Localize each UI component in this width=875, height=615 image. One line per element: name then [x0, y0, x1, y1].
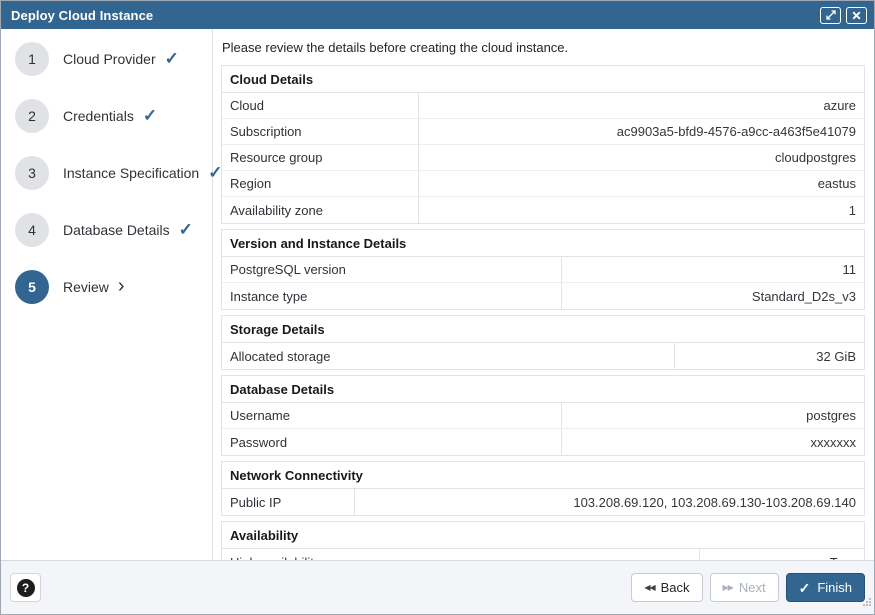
- table-row: Instance typeStandard_D2s_v3: [222, 283, 864, 309]
- resize-grip[interactable]: [863, 594, 872, 612]
- double-left-arrow-icon: ◀◀: [644, 583, 654, 592]
- review-section: Database DetailsUsernamepostgresPassword…: [221, 375, 865, 456]
- section-title: Network Connectivity: [222, 462, 864, 489]
- step-done-check-icon: ✓: [165, 50, 179, 67]
- section-title: Cloud Details: [222, 66, 864, 93]
- wizard-step-database-details: 4 Database Details ✓: [1, 201, 212, 258]
- row-value: 11: [562, 257, 864, 282]
- table-row: High availabilityTrue: [222, 549, 864, 560]
- review-intro-text: Please review the details before creatin…: [222, 40, 865, 55]
- step-number-circle: 1: [15, 42, 49, 76]
- step-label: Credentials: [63, 108, 134, 124]
- step-label: Cloud Provider: [63, 51, 156, 67]
- table-row: PostgreSQL version11: [222, 257, 864, 283]
- wizard-step-review: 5 Review ›: [1, 258, 212, 315]
- section-title: Version and Instance Details: [222, 230, 864, 257]
- row-value: Standard_D2s_v3: [562, 283, 864, 309]
- step-done-check-icon: ✓: [179, 221, 193, 238]
- double-right-arrow-icon: ▶▶: [723, 583, 733, 592]
- step-label: Instance Specification: [63, 165, 199, 181]
- row-label: Username: [222, 403, 562, 428]
- step-label: Review: [63, 279, 109, 295]
- step-number-circle: 5: [15, 270, 49, 304]
- wizard-step-credentials: 2 Credentials ✓: [1, 87, 212, 144]
- table-row: Resource groupcloudpostgres: [222, 145, 864, 171]
- row-label: Resource group: [222, 145, 419, 170]
- row-label: Cloud: [222, 93, 419, 118]
- row-label: Instance type: [222, 283, 562, 309]
- help-icon: ?: [17, 579, 35, 597]
- maximize-button[interactable]: [820, 7, 841, 24]
- table-row: Subscriptionac9903a5-bfd9-4576-a9cc-a463…: [222, 119, 864, 145]
- maximize-icon: [826, 10, 836, 20]
- table-row: Public IP103.208.69.120, 103.208.69.130-…: [222, 489, 864, 515]
- row-label: Public IP: [222, 489, 355, 515]
- step-done-check-icon: ✓: [143, 107, 157, 124]
- next-button[interactable]: ▶▶ Next: [710, 573, 779, 602]
- table-row: Cloudazure: [222, 93, 864, 119]
- row-value: postgres: [562, 403, 864, 428]
- table-row: Availability zone1: [222, 197, 864, 223]
- step-label: Database Details: [63, 222, 170, 238]
- check-icon: ✓: [799, 581, 811, 595]
- review-section: Cloud DetailsCloudazureSubscriptionac990…: [221, 65, 865, 224]
- section-title: Database Details: [222, 376, 864, 403]
- close-icon: [852, 11, 861, 20]
- row-label: Availability zone: [222, 197, 419, 223]
- help-button[interactable]: ?: [10, 573, 41, 602]
- section-title: Storage Details: [222, 316, 864, 343]
- row-value: 1: [419, 197, 864, 223]
- deploy-cloud-instance-dialog: Deploy Cloud Instance 1Cloud Provider✓2C…: [0, 0, 875, 615]
- finish-button-label: Finish: [817, 580, 852, 595]
- step-number-circle: 3: [15, 156, 49, 190]
- row-label: PostgreSQL version: [222, 257, 562, 282]
- review-section: Network ConnectivityPublic IP103.208.69.…: [221, 461, 865, 516]
- review-sections: Cloud DetailsCloudazureSubscriptionac990…: [221, 65, 865, 560]
- review-section: AvailabilityHigh availabilityTrue: [221, 521, 865, 560]
- row-value: xxxxxxx: [562, 429, 864, 455]
- close-button[interactable]: [846, 7, 867, 24]
- table-row: Passwordxxxxxxx: [222, 429, 864, 455]
- row-label: Allocated storage: [222, 343, 675, 369]
- row-label: Subscription: [222, 119, 419, 144]
- wizard-step-instance-specification: 3Instance Specification✓: [1, 144, 212, 201]
- row-value: eastus: [419, 171, 864, 196]
- row-value: azure: [419, 93, 864, 118]
- footer-actions: ◀◀ Back ▶▶ Next ✓ Finish: [631, 573, 865, 602]
- step-current-chevron-icon: ›: [118, 276, 125, 296]
- finish-button[interactable]: ✓ Finish: [786, 573, 865, 602]
- row-value: True: [700, 549, 864, 560]
- dialog-titlebar[interactable]: Deploy Cloud Instance: [1, 1, 874, 29]
- row-value: 32 GiB: [675, 343, 864, 369]
- wizard-step-cloud-provider: 1 Cloud Provider ✓: [1, 30, 212, 87]
- step-number-circle: 2: [15, 99, 49, 133]
- step-number-circle: 4: [15, 213, 49, 247]
- row-value: 103.208.69.120, 103.208.69.130-103.208.6…: [355, 489, 864, 515]
- table-row: Usernamepostgres: [222, 403, 864, 429]
- back-button-label: Back: [661, 580, 690, 595]
- next-button-label: Next: [739, 580, 766, 595]
- review-section: Storage DetailsAllocated storage32 GiB: [221, 315, 865, 370]
- review-panel: Please review the details before creatin…: [213, 29, 874, 560]
- dialog-title: Deploy Cloud Instance: [11, 8, 815, 23]
- back-button[interactable]: ◀◀ Back: [631, 573, 702, 602]
- review-section: Version and Instance DetailsPostgreSQL v…: [221, 229, 865, 310]
- row-label: High availability: [222, 549, 700, 560]
- wizard-steps: 1 Cloud Provider ✓ 2 Credentials ✓ 3 Instance S…: [1, 29, 213, 560]
- section-title: Availability: [222, 522, 864, 549]
- row-label: Region: [222, 171, 419, 196]
- row-value: ac9903a5-bfd9-4576-a9cc-a463f5e41079: [419, 119, 864, 144]
- table-row: Allocated storage32 GiB: [222, 343, 864, 369]
- row-label: Password: [222, 429, 562, 455]
- dialog-footer: ? ◀◀ Back ▶▶ Next ✓ Finish: [1, 560, 874, 614]
- dialog-body: 1 Cloud Provider ✓ 2 Credentials ✓ 3 Instance S…: [1, 29, 874, 560]
- row-value: cloudpostgres: [419, 145, 864, 170]
- table-row: Regioneastus: [222, 171, 864, 197]
